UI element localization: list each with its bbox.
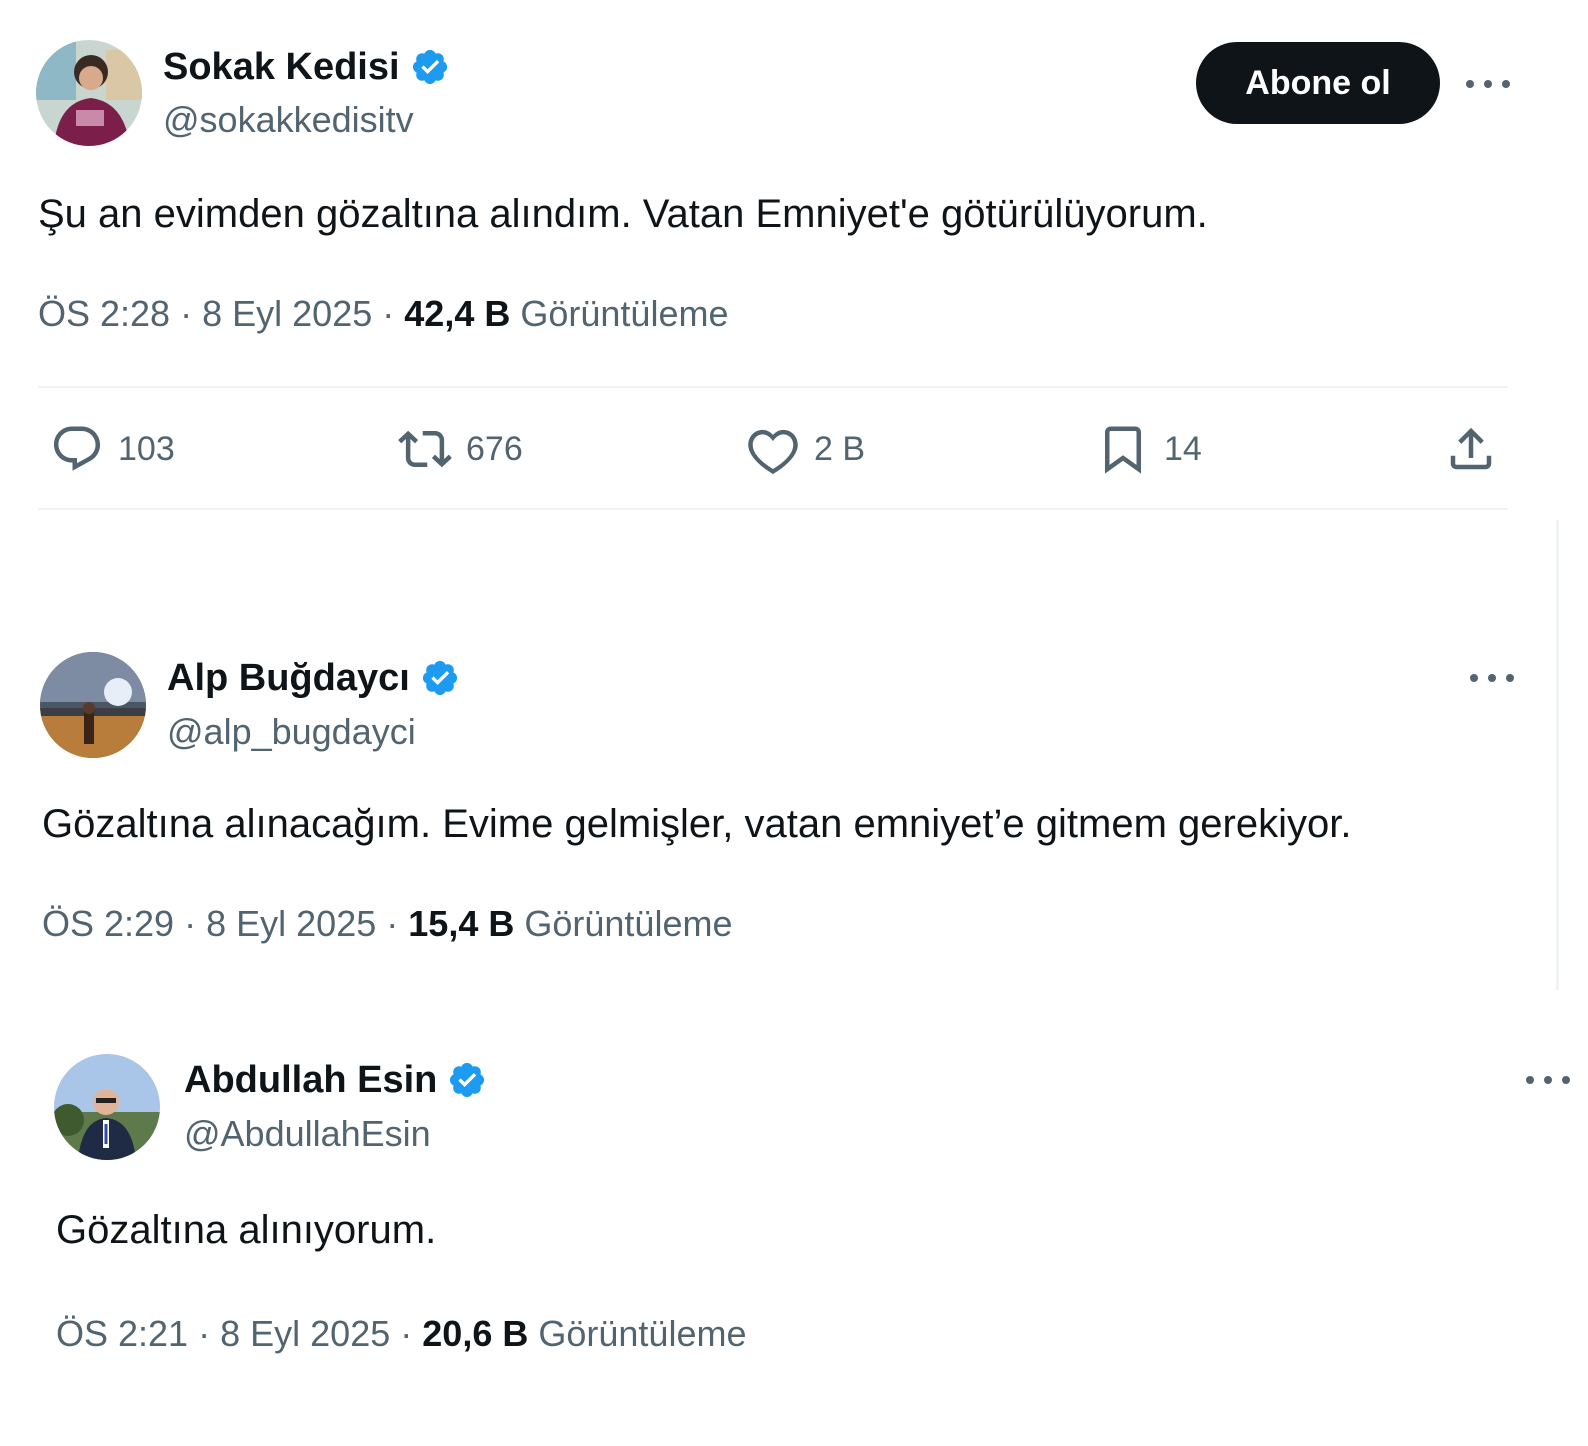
repost-count: 676 xyxy=(466,429,523,468)
tweet-meta: ÖS 2:29 · 8 Eyl 2025 · 15,4 B Görüntülem… xyxy=(42,902,732,946)
tweet-text: Gözaltına alınıyorum. xyxy=(56,1208,437,1252)
views-label: Görüntüleme xyxy=(524,903,733,944)
tweet-text: Şu an evimden gözaltına alındım. Vatan E… xyxy=(38,192,1208,236)
repost-icon xyxy=(398,430,452,468)
meta-separator: · xyxy=(184,903,197,944)
repost-button[interactable]: 676 xyxy=(398,422,523,476)
tweet-time[interactable]: ÖS 2:29 xyxy=(42,903,174,944)
divider xyxy=(38,386,1508,388)
like-button[interactable]: 2 B xyxy=(746,422,865,476)
bookmark-button[interactable]: 14 xyxy=(1096,422,1202,476)
more-icon[interactable] xyxy=(1466,74,1510,94)
views-label: Görüntüleme xyxy=(520,293,729,334)
author-handle[interactable]: @AbdullahEsin xyxy=(184,1112,431,1156)
avatar[interactable] xyxy=(36,40,142,146)
verified-badge-icon xyxy=(420,658,460,698)
verified-badge-icon xyxy=(447,1060,487,1100)
bookmark-count: 14 xyxy=(1164,429,1202,468)
view-count: 20,6 B xyxy=(422,1313,529,1354)
tweet-date[interactable]: 8 Eyl 2025 xyxy=(206,903,376,944)
more-icon[interactable] xyxy=(1526,1070,1570,1090)
verified-badge-icon xyxy=(410,47,450,87)
meta-separator: · xyxy=(382,293,395,334)
author-handle[interactable]: @sokakkedisitv xyxy=(163,98,414,142)
tweet-date[interactable]: 8 Eyl 2025 xyxy=(220,1313,390,1354)
tweet-time[interactable]: ÖS 2:28 xyxy=(38,293,170,334)
tweet-date[interactable]: 8 Eyl 2025 xyxy=(202,293,372,334)
reply-count: 103 xyxy=(118,429,175,468)
reply-icon xyxy=(53,426,101,471)
author-name-row: Alp Buğdaycı xyxy=(167,656,460,700)
more-icon[interactable] xyxy=(1470,668,1514,688)
like-count: 2 B xyxy=(814,429,866,468)
author-name[interactable]: Abdullah Esin xyxy=(184,1058,437,1102)
meta-separator: · xyxy=(198,1313,211,1354)
avatar[interactable] xyxy=(40,652,146,758)
like-icon xyxy=(748,429,798,474)
meta-separator: · xyxy=(400,1313,413,1354)
author-handle[interactable]: @alp_bugdayci xyxy=(167,710,416,754)
divider xyxy=(38,508,1508,510)
view-count: 15,4 B xyxy=(408,903,515,944)
tweet-time[interactable]: ÖS 2:21 xyxy=(56,1313,188,1354)
column-border xyxy=(1556,520,1559,990)
author-name[interactable]: Sokak Kedisi xyxy=(163,45,400,89)
reply-button[interactable]: 103 xyxy=(50,422,175,476)
author-name[interactable]: Alp Buğdaycı xyxy=(167,656,410,700)
share-icon xyxy=(1450,427,1492,470)
author-name-row: Abdullah Esin xyxy=(184,1058,487,1102)
views-label: Görüntüleme xyxy=(538,1313,747,1354)
share-button[interactable] xyxy=(1444,422,1498,476)
bookmark-icon xyxy=(1105,426,1141,474)
tweet-meta: ÖS 2:28 · 8 Eyl 2025 · 42,4 B Görüntülem… xyxy=(38,292,728,336)
meta-separator: · xyxy=(180,293,193,334)
avatar[interactable] xyxy=(54,1054,160,1160)
tweet-meta: ÖS 2:21 · 8 Eyl 2025 · 20,6 B Görüntülem… xyxy=(56,1312,746,1356)
meta-separator: · xyxy=(386,903,399,944)
follow-button[interactable]: Abone ol xyxy=(1196,42,1440,124)
view-count: 42,4 B xyxy=(404,293,511,334)
tweet-text: Gözaltına alınacağım. Evime gelmişler, v… xyxy=(42,802,1352,846)
author-name-row: Sokak Kedisi xyxy=(163,45,450,89)
